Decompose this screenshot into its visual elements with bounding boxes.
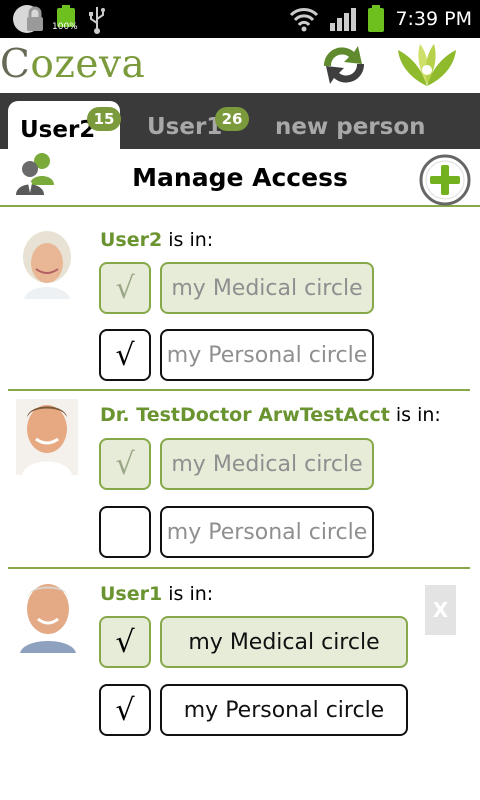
tab-label: User1 [147, 114, 223, 140]
avatar [16, 577, 80, 653]
signal-icon [330, 8, 357, 31]
tab-new-person[interactable]: new person [275, 93, 426, 149]
sync-icon[interactable] [314, 40, 374, 90]
personal-circle-button[interactable]: my Personal circle [160, 684, 408, 736]
tab-user1[interactable]: User1 [147, 93, 222, 149]
lock-icon [13, 5, 43, 33]
person-row: User2 is in: √ my Medical circle √ my Pe… [8, 207, 470, 391]
cozeva-leaf-icon [398, 44, 456, 86]
medical-circle-checkbox[interactable]: √ [99, 438, 151, 490]
remove-person-button[interactable]: X [425, 585, 456, 635]
battery-icon [368, 5, 385, 32]
personal-circle-button[interactable]: my Personal circle [160, 506, 374, 558]
add-circle-icon[interactable] [418, 153, 472, 207]
notification-badge: 15 [87, 107, 121, 131]
status-bar: 100% 7:39 PM [0, 0, 480, 38]
cozeva-logo: Cozeva [0, 42, 146, 87]
person-row: Dr. TestDoctor ArwTestAcct is in: √ my M… [8, 391, 470, 569]
person-name: User1 [100, 583, 163, 605]
medical-circle-button[interactable]: my Medical circle [160, 262, 374, 314]
avatar [16, 399, 78, 475]
personal-circle-button[interactable]: my Personal circle [160, 329, 374, 381]
app-header: Cozeva [0, 38, 480, 93]
wifi-icon [290, 8, 319, 32]
personal-circle-checkbox[interactable]: √ [99, 329, 151, 381]
clock: 7:39 PM [395, 8, 472, 30]
person-row: User1 is in: √ my Medical circle √ my Pe… [8, 569, 470, 749]
battery-percent: 100% [52, 22, 78, 32]
page-title: Manage Access [132, 163, 348, 192]
tab-bar: User2 15 User1 26 new person [0, 93, 480, 149]
medical-circle-button[interactable]: my Medical circle [160, 616, 408, 668]
manage-access-header: Manage Access [0, 149, 480, 207]
medical-circle-button[interactable]: my Medical circle [160, 438, 374, 490]
medical-circle-checkbox[interactable]: √ [99, 616, 151, 668]
membership-label: Dr. TestDoctor ArwTestAcct is in: [100, 404, 441, 426]
personal-circle-checkbox[interactable]: √ [99, 684, 151, 736]
personal-circle-checkbox[interactable] [99, 506, 151, 558]
membership-label: User2 is in: [100, 229, 214, 251]
person-name: Dr. TestDoctor ArwTestAcct [100, 404, 390, 426]
tab-label: new person [275, 114, 426, 140]
medical-circle-checkbox[interactable]: √ [99, 262, 151, 314]
membership-label: User1 is in: [100, 583, 214, 605]
tab-label: User2 [20, 117, 96, 143]
person-name: User2 [100, 229, 163, 251]
notification-badge: 26 [215, 107, 249, 131]
usb-icon [89, 7, 105, 34]
avatar [16, 227, 78, 299]
